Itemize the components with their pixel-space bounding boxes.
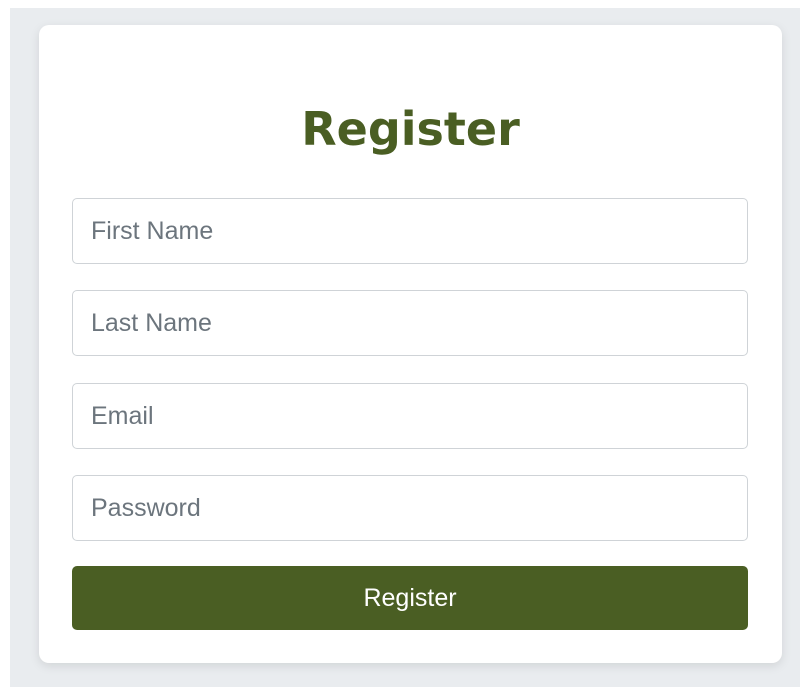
register-button[interactable]: Register (72, 566, 748, 630)
register-card: Register Register (39, 25, 782, 663)
form-title: Register (301, 102, 520, 156)
password-input[interactable] (72, 475, 748, 541)
last-name-input[interactable] (72, 290, 748, 356)
email-input[interactable] (72, 383, 748, 449)
first-name-input[interactable] (72, 198, 748, 264)
